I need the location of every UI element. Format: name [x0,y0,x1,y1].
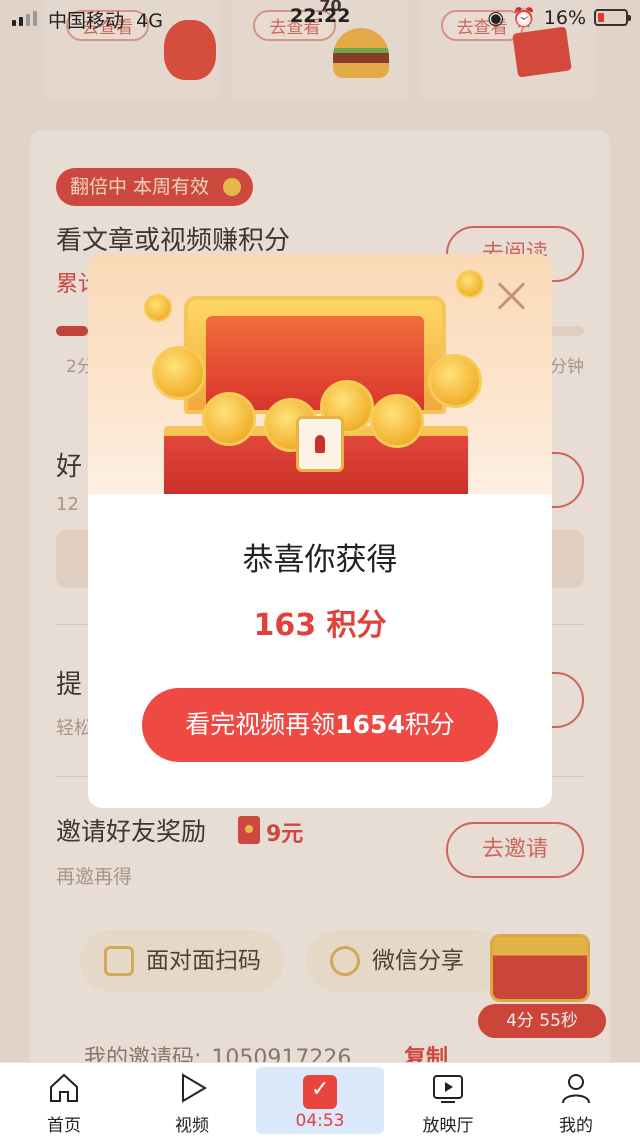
calendar-check-icon [303,1075,337,1109]
alarm-icon: ⏰ [512,7,536,29]
coin-icon [144,294,172,322]
user-icon [562,1074,590,1104]
status-right: ◉ ⏰ 16% [487,6,631,29]
battery-icon [594,9,631,26]
modal-title: 恭喜你获得 [242,542,398,578]
status-bar: 中国移动 4G 22:22 ◉ ⏰ 16% [0,0,640,36]
lock-icon [296,416,344,472]
status-time: 22:22 [290,5,351,27]
coin-icon [428,354,482,408]
carrier-name: 中国移动 4G [48,10,163,32]
reward-points: 163 积分 [253,608,387,643]
tv-play-icon [433,1075,463,1103]
reward-modal: 恭喜你获得 163 积分 看完视频再领1654积分 [88,254,552,808]
bottom-nav: 首页 视频 04:53 放映厅 我的 [0,1062,640,1138]
nav-task-timer[interactable]: 04:53 [256,1067,384,1134]
nav-mine[interactable]: 我的 [512,1063,640,1138]
close-icon[interactable] [498,282,526,310]
coin-icon [152,346,206,400]
signal-icon [12,10,37,26]
watch-video-button[interactable]: 看完视频再领1654积分 [142,688,498,762]
coin-icon [456,270,484,298]
nav-home[interactable]: 首页 [0,1063,128,1138]
battery-percent: 16% [543,6,586,29]
nav-video[interactable]: 视频 [128,1063,256,1138]
nav-theater[interactable]: 放映厅 [384,1063,512,1138]
treasure-chest-illustration [88,254,552,494]
play-icon [182,1073,207,1103]
coin-icon [370,394,424,448]
lock-rotation-icon: ◉ [487,6,505,29]
home-icon [50,1073,78,1102]
coin-icon [202,392,256,446]
